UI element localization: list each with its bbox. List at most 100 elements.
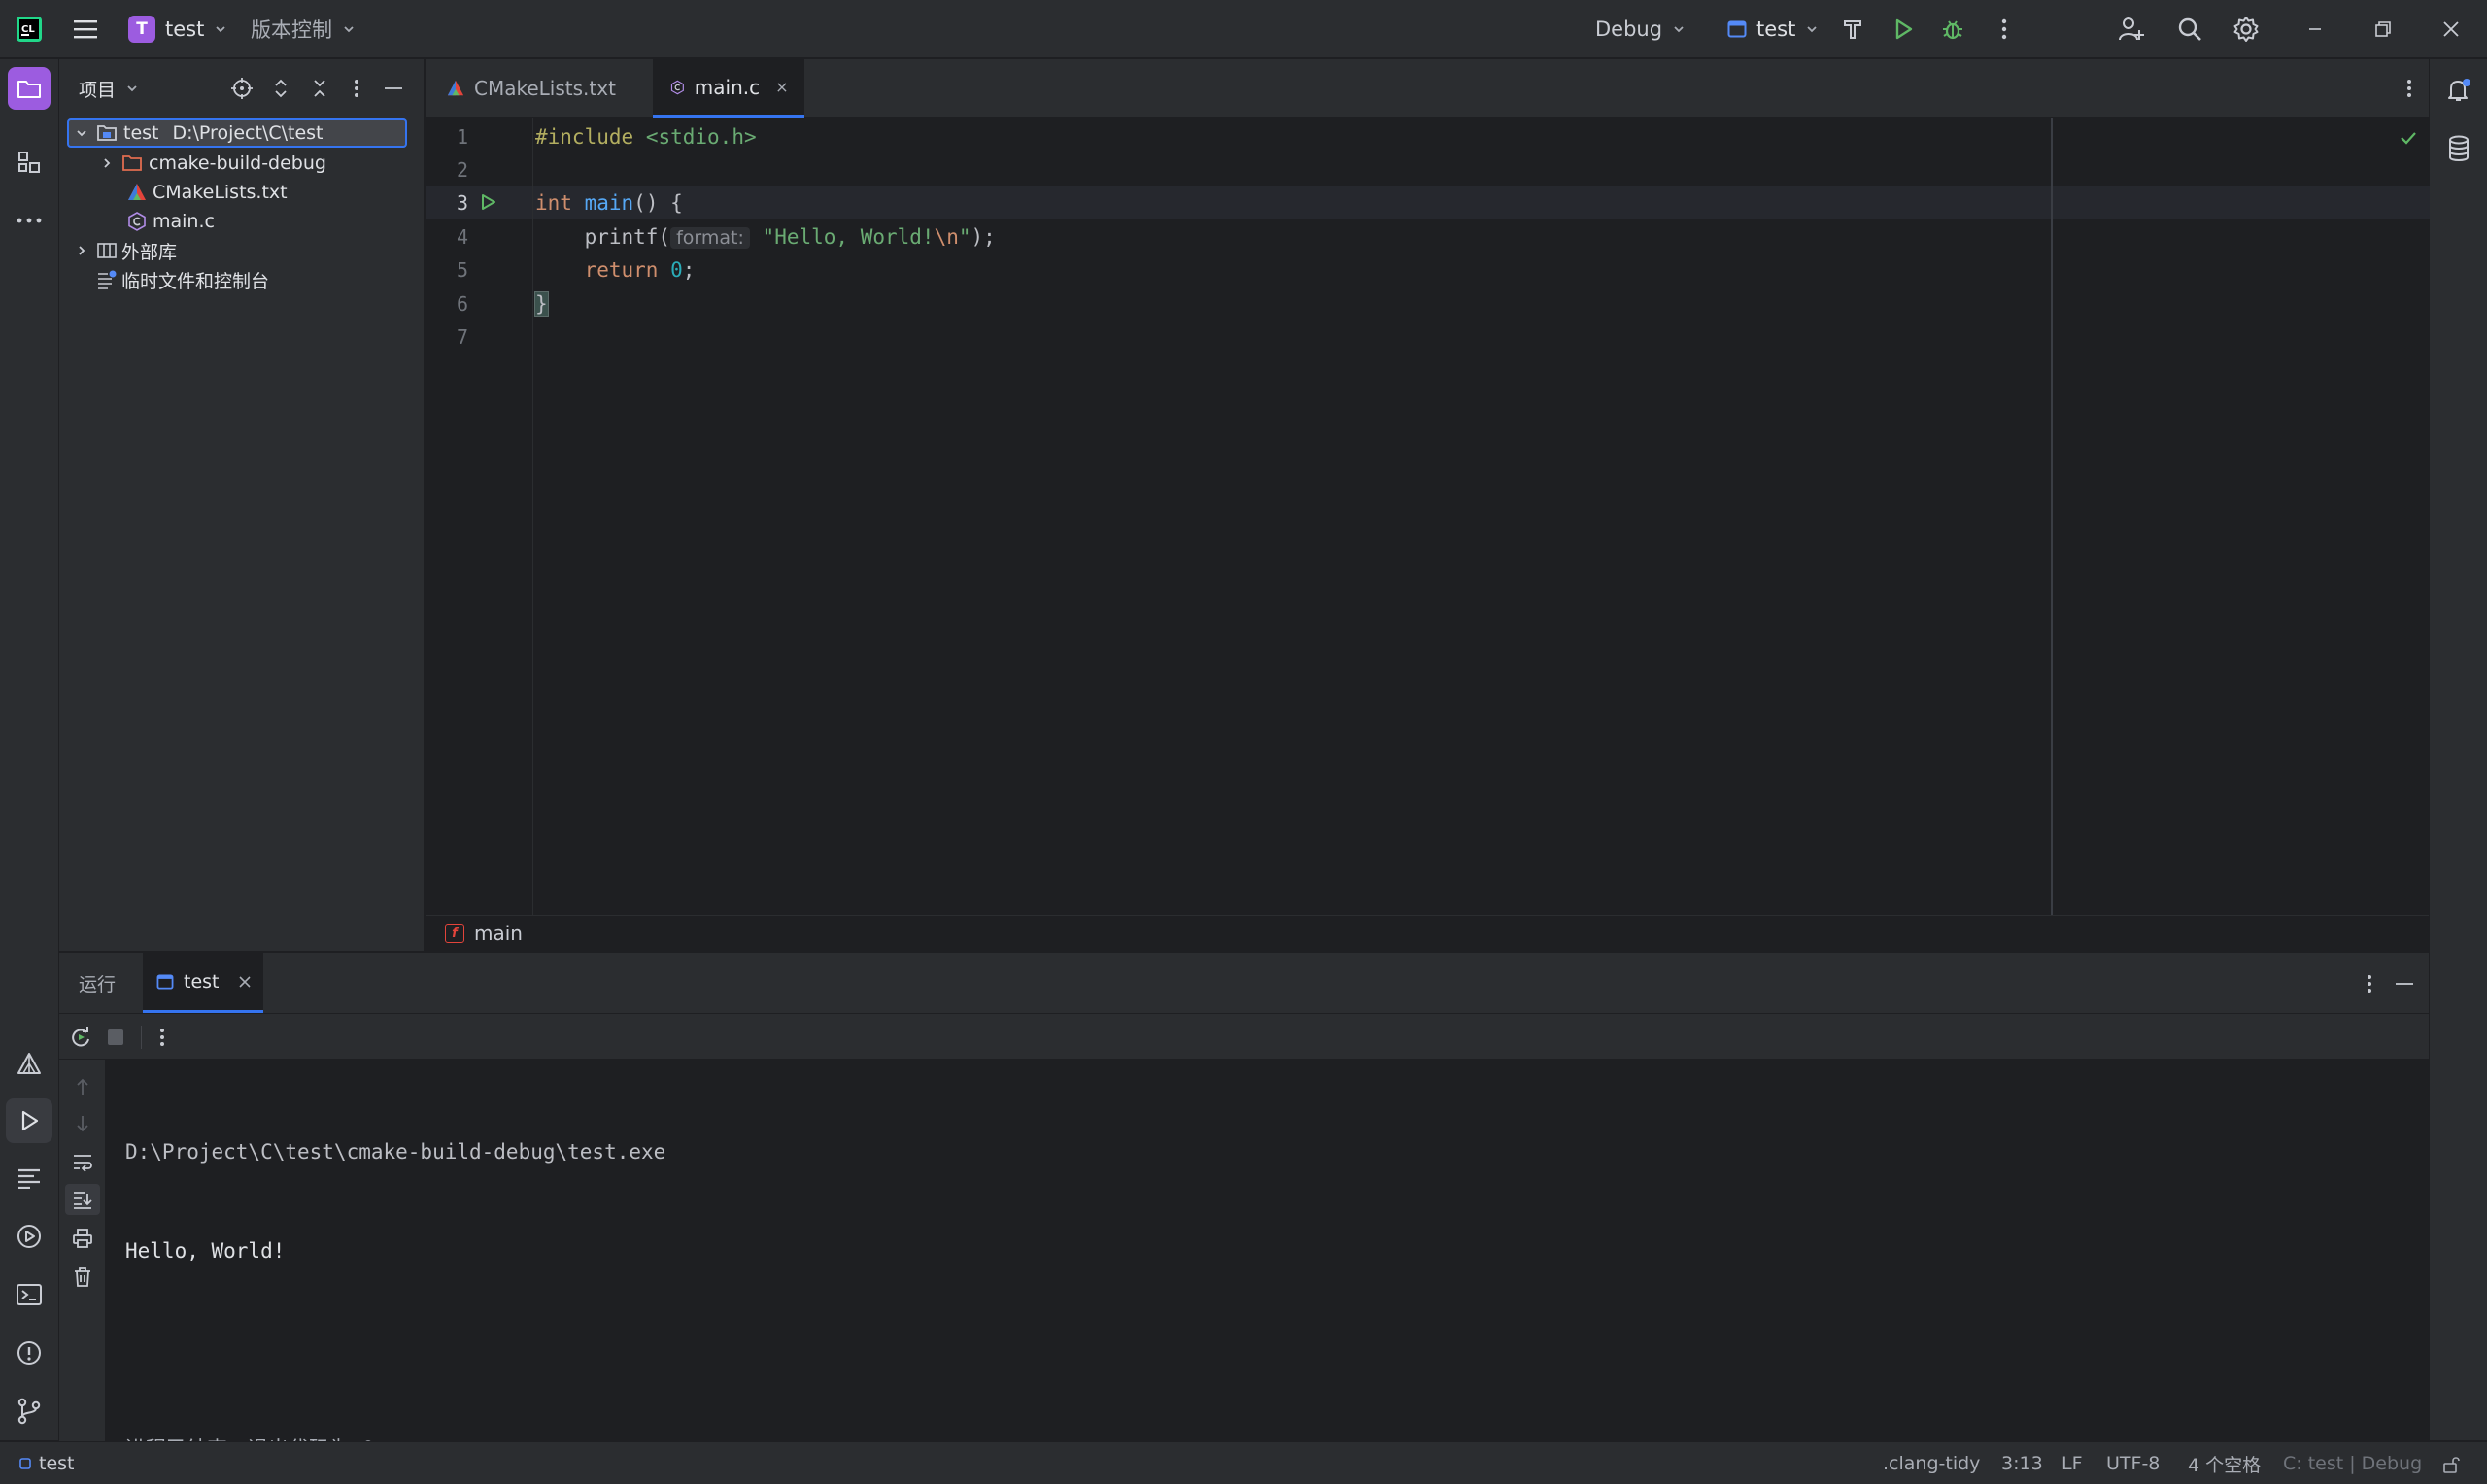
build-hammer-icon[interactable] xyxy=(1836,14,1869,45)
readonly-lock-icon[interactable] xyxy=(2438,1452,2464,1477)
status-linter[interactable]: .clang-tidy xyxy=(1883,1442,1980,1484)
library-icon xyxy=(97,243,117,258)
tree-item-external-libraries[interactable]: 外部库 xyxy=(67,236,407,265)
collapse-all-icon[interactable] xyxy=(306,75,333,102)
status-project[interactable]: test xyxy=(19,1442,75,1484)
executable-icon xyxy=(1727,20,1747,38)
more-vertical-icon[interactable] xyxy=(1988,14,2021,45)
scroll-down-arrow-icon[interactable] xyxy=(69,1110,96,1137)
build-config-selector[interactable]: Debug xyxy=(1595,0,1686,58)
svg-text:CL: CL xyxy=(21,24,35,35)
breadcrumb-item[interactable]: main xyxy=(474,922,523,945)
notifications-bell-icon[interactable] xyxy=(2437,69,2480,112)
status-encoding[interactable]: UTF-8 xyxy=(2106,1442,2160,1484)
left-tool-strip xyxy=(0,59,59,1440)
messages-icon[interactable] xyxy=(8,1157,51,1199)
locate-file-icon[interactable] xyxy=(228,75,256,102)
hide-panel-icon[interactable] xyxy=(2391,970,2418,997)
close-tab-icon[interactable] xyxy=(777,82,787,93)
c-file-icon xyxy=(670,80,684,94)
tree-item-project-root[interactable]: test D:\Project\C\test xyxy=(67,118,407,148)
console-side-toolbar xyxy=(59,1060,106,1441)
database-icon[interactable] xyxy=(2437,127,2480,170)
line-number: 2 xyxy=(456,158,468,182)
soft-wrap-icon[interactable] xyxy=(69,1149,96,1176)
console-output[interactable]: D:\Project\C\test\cmake-build-debug\test… xyxy=(106,1060,2429,1461)
tree-item-file[interactable]: CMakeLists.txt xyxy=(67,178,407,207)
chevron-down-icon xyxy=(216,26,225,33)
rerun-icon[interactable] xyxy=(67,1024,94,1051)
line-number: 5 xyxy=(456,258,468,282)
scroll-to-end-icon[interactable] xyxy=(65,1184,100,1215)
vcs-menu[interactable]: 版本控制 xyxy=(251,0,356,58)
project-panel-header: 项目 xyxy=(59,59,424,118)
chevron-down-icon xyxy=(77,130,86,137)
status-caret-position[interactable]: 3:13 xyxy=(2001,1442,2043,1484)
window-close-icon[interactable] xyxy=(2435,14,2468,45)
more-tools-icon[interactable] xyxy=(8,199,51,242)
close-tab-icon[interactable] xyxy=(238,975,251,988)
tree-item-label: CMakeLists.txt xyxy=(153,182,288,203)
git-branch-icon[interactable] xyxy=(8,1390,51,1433)
search-icon[interactable] xyxy=(2172,14,2207,45)
status-context[interactable]: C: test | Debug xyxy=(2283,1442,2422,1484)
function-icon: f xyxy=(445,924,464,943)
run-target-selector[interactable]: test xyxy=(1727,0,1819,58)
folder-icon xyxy=(122,155,142,171)
clion-logo-icon[interactable]: CL xyxy=(14,14,45,45)
status-indent[interactable]: 4 个空格 xyxy=(2188,1442,2261,1484)
print-icon[interactable] xyxy=(69,1225,96,1252)
structure-icon[interactable] xyxy=(8,141,51,184)
code-token: main xyxy=(584,191,634,215)
code-token: } xyxy=(534,291,549,317)
window-minimize-icon[interactable] xyxy=(2299,14,2332,45)
debug-bug-icon[interactable] xyxy=(1936,14,1969,45)
cmake-tool-icon[interactable] xyxy=(8,1042,51,1085)
tree-item-scratches[interactable]: 临时文件和控制台 xyxy=(67,265,407,294)
tree-item-folder[interactable]: cmake-build-debug xyxy=(67,149,407,178)
code-editor[interactable]: #include <stdio.h> int main() { printf(f… xyxy=(532,118,2430,915)
tab-main-c[interactable]: main.c xyxy=(653,59,804,118)
settings-gear-icon[interactable] xyxy=(2229,14,2264,45)
main-menu-icon[interactable] xyxy=(70,16,101,43)
tab-label: CMakeLists.txt xyxy=(474,77,616,100)
tree-item-file[interactable]: main.c xyxy=(67,207,407,236)
chevron-down-icon xyxy=(127,85,137,92)
code-token: "Hello, World! xyxy=(762,225,935,249)
stop-icon[interactable] xyxy=(102,1024,129,1051)
scratches-icon xyxy=(98,270,117,289)
project-selector[interactable]: T test xyxy=(128,0,227,58)
gutter-run-icon[interactable] xyxy=(476,190,499,214)
project-tool-folder-icon[interactable] xyxy=(8,67,51,110)
run-more-icon[interactable] xyxy=(149,1024,176,1051)
services-icon[interactable] xyxy=(8,1215,51,1258)
run-tool-icon[interactable] xyxy=(6,1098,52,1143)
window-restore-icon[interactable] xyxy=(2367,14,2400,45)
current-line-highlight xyxy=(533,186,2430,219)
code-line-4: printf(format: "Hello, World!\n"); xyxy=(535,225,996,249)
code-token: return xyxy=(584,258,659,282)
code-token: ); xyxy=(971,225,996,249)
tab-cmakelists[interactable]: CMakeLists.txt xyxy=(429,59,649,118)
expand-all-icon[interactable] xyxy=(267,75,294,102)
c-file-icon xyxy=(128,212,146,231)
add-user-icon[interactable] xyxy=(2114,14,2149,45)
code-token: 0 xyxy=(670,258,683,282)
run-options-icon[interactable] xyxy=(2358,970,2381,997)
clear-trash-icon[interactable] xyxy=(69,1264,96,1291)
problems-icon[interactable] xyxy=(8,1332,51,1374)
terminal-icon[interactable] xyxy=(8,1273,51,1316)
editor-options-icon[interactable] xyxy=(2398,75,2421,102)
no-problems-check-icon[interactable] xyxy=(2399,128,2418,148)
scroll-up-arrow-icon[interactable] xyxy=(69,1073,96,1100)
panel-options-icon[interactable] xyxy=(343,75,370,102)
hide-panel-icon[interactable] xyxy=(380,75,407,102)
project-view-selector[interactable]: 项目 xyxy=(79,59,139,118)
run-panel-title: 运行 xyxy=(79,973,117,995)
project-folder-icon xyxy=(97,125,117,141)
status-line-separator[interactable]: LF xyxy=(2061,1442,2083,1484)
run-icon[interactable] xyxy=(1887,14,1920,45)
run-tab-test[interactable]: test xyxy=(143,953,263,1013)
code-line-5: return 0; xyxy=(535,258,696,282)
